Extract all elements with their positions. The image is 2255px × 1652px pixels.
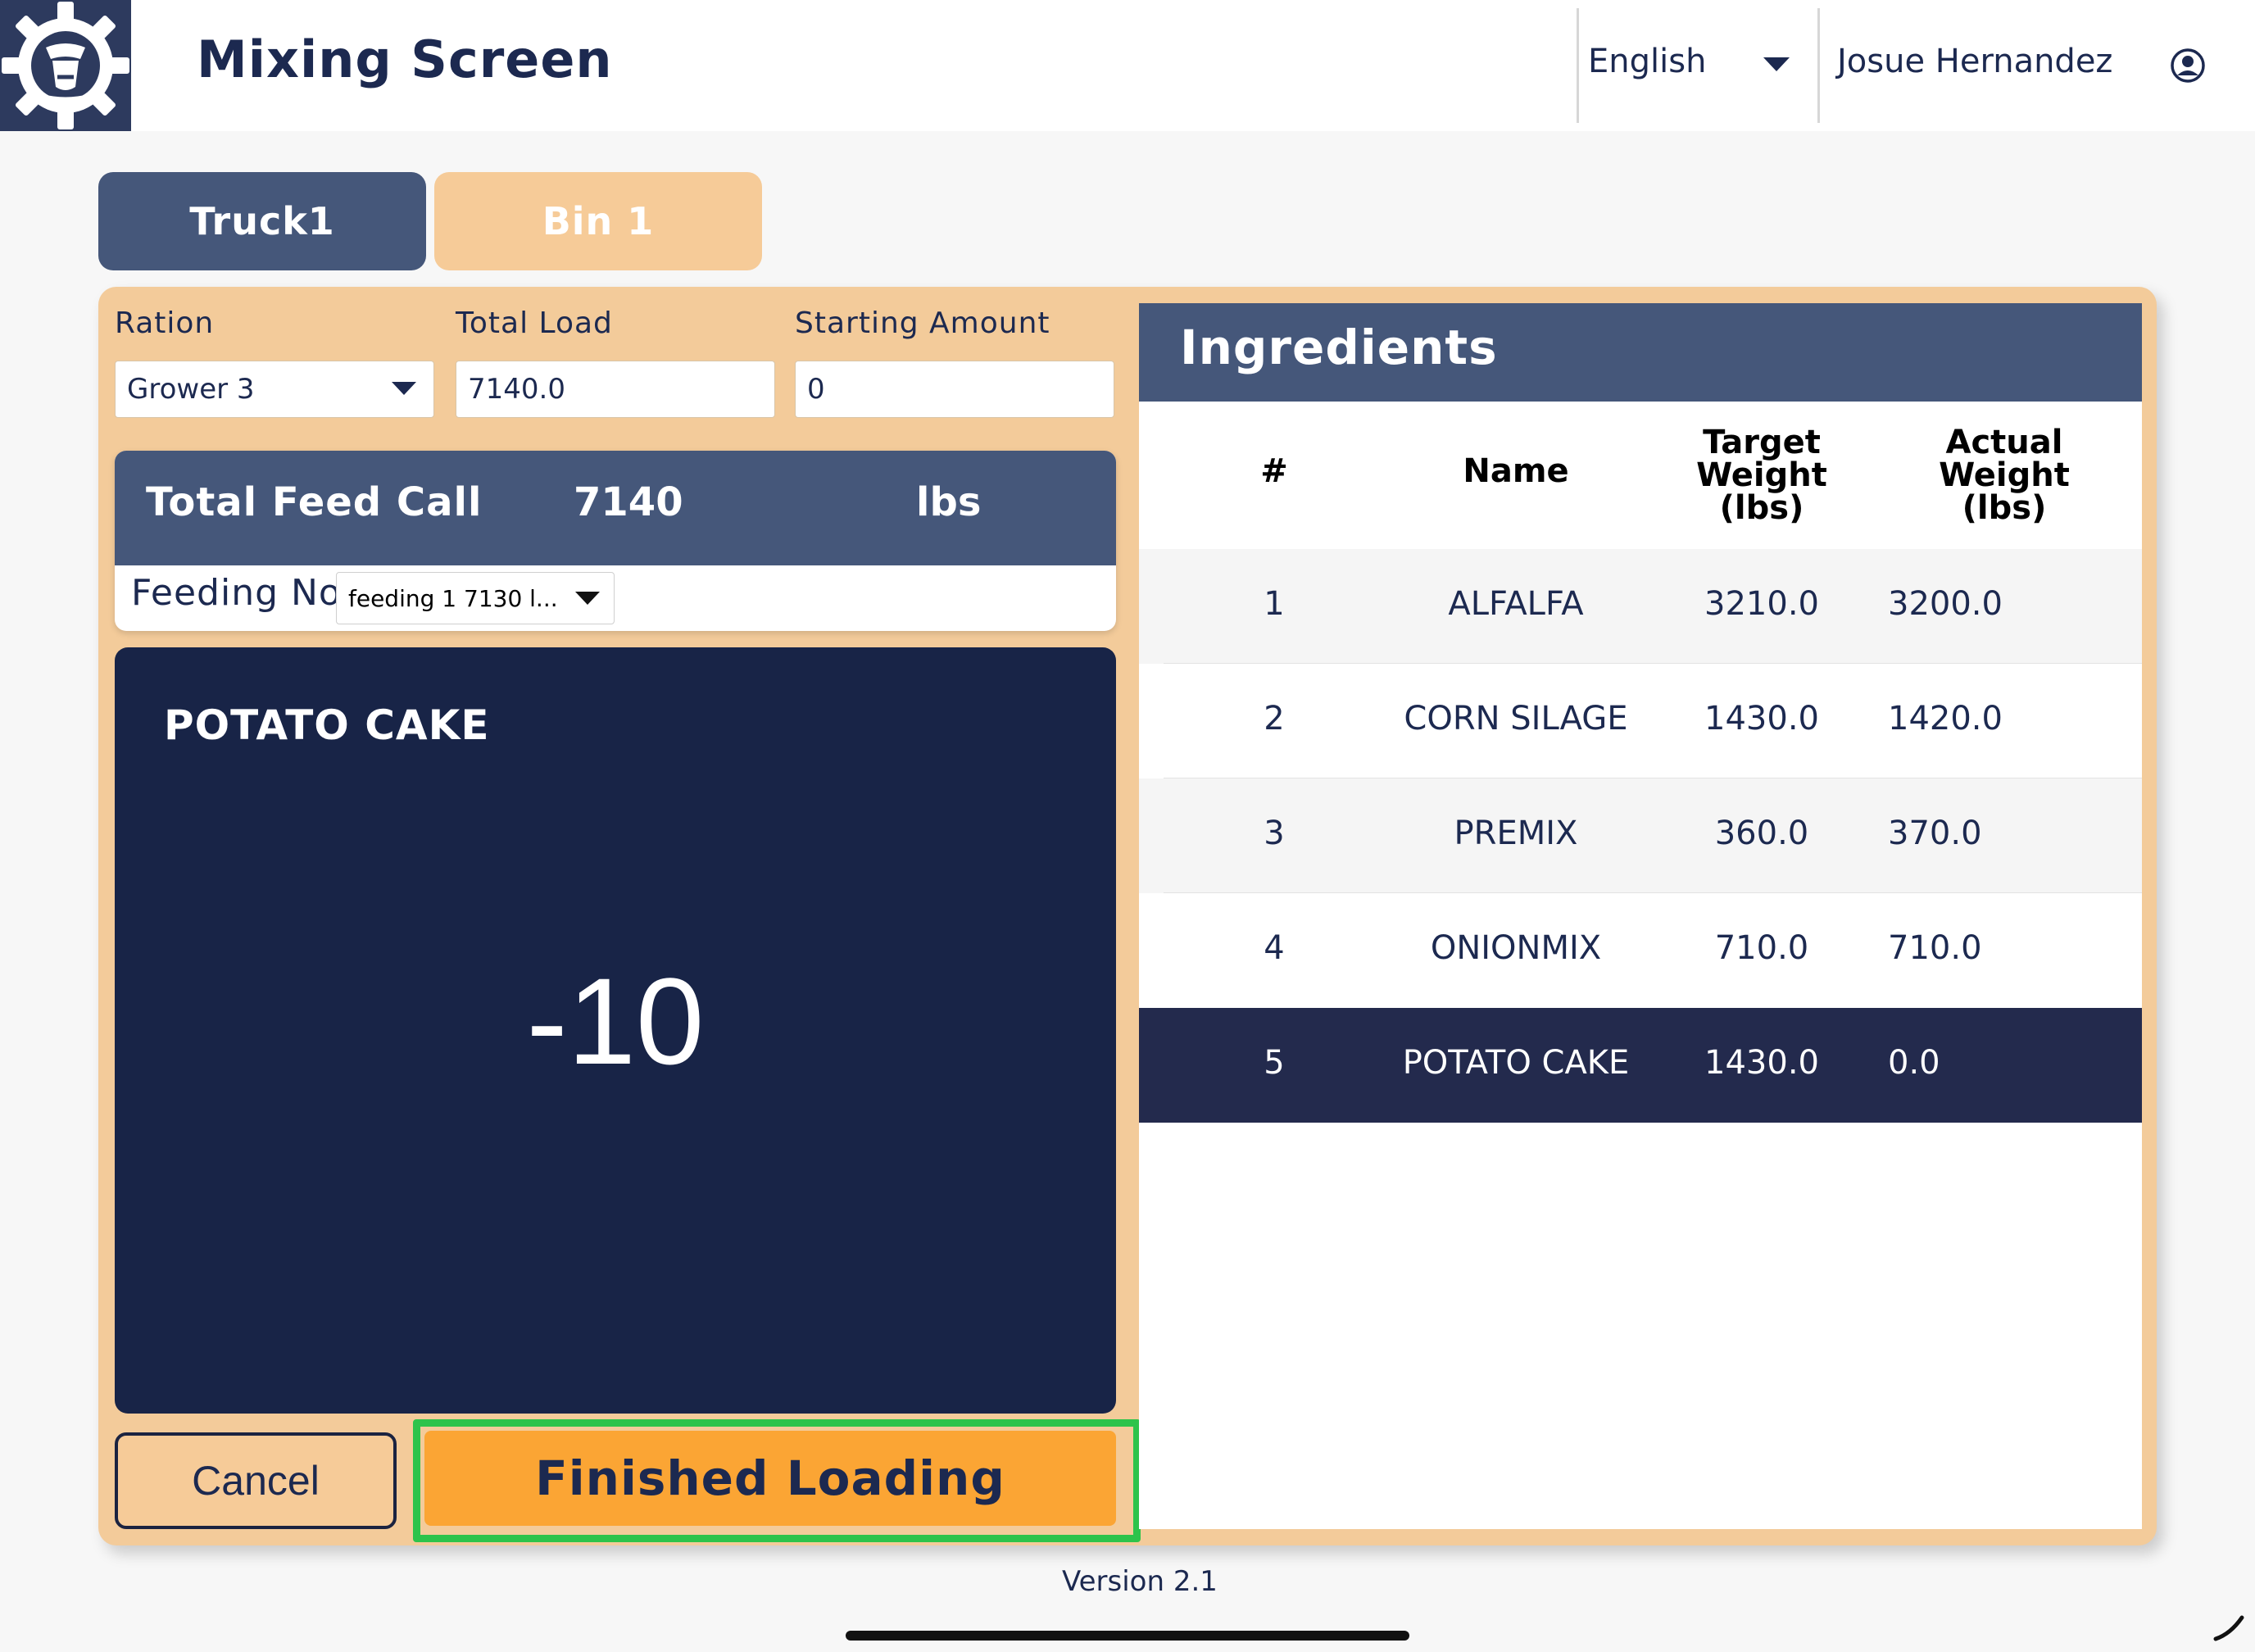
current-ingredient-name: POTATO CAKE (164, 701, 490, 749)
user-circle-icon[interactable] (2170, 48, 2206, 84)
row-name: POTATO CAKE (1402, 1044, 1630, 1082)
column-header-name: Name (1463, 452, 1569, 490)
app-logo[interactable] (0, 0, 131, 131)
row-target-weight: 710.0 (1714, 929, 1809, 967)
starting-amount-input[interactable]: 0 (795, 361, 1114, 418)
row-actual-weight: 3200.0 (1888, 585, 2003, 623)
row-actual-weight: 370.0 (1888, 815, 1982, 852)
cow-gear-logo-icon (2, 2, 129, 129)
feeding-no-select[interactable]: feeding 1 7130 l... (336, 572, 615, 624)
finished-loading-button[interactable]: Finished Loading (424, 1431, 1116, 1526)
row-number: 4 (1264, 929, 1285, 967)
row-name: ALFALFA (1448, 585, 1584, 623)
row-number: 2 (1264, 700, 1285, 738)
chevron-down-icon[interactable] (575, 592, 600, 605)
home-indicator[interactable] (846, 1631, 1409, 1641)
column-header-actual-line1: Actual Weight (1939, 424, 2070, 494)
total-load-input[interactable]: 7140.0 (456, 361, 775, 418)
starting-amount-label: Starting Amount (795, 306, 1050, 340)
total-feed-call-label: Total Feed Call (146, 479, 483, 525)
row-target-weight: 3210.0 (1704, 585, 1819, 623)
row-name: PREMIX (1454, 815, 1578, 852)
row-number: 5 (1264, 1044, 1285, 1082)
column-header-target-weight: Target Weight (lbs) (1639, 426, 1885, 524)
feeding-no-label: Feeding No. (131, 572, 354, 614)
row-actual-weight: 0.0 (1888, 1044, 1940, 1082)
ration-select[interactable]: Grower 3 (115, 361, 434, 418)
row-actual-weight: 1420.0 (1888, 700, 2003, 738)
total-load-label: Total Load (456, 306, 613, 340)
tab-bin-1[interactable]: Bin 1 (434, 172, 762, 270)
row-target-weight: 1430.0 (1704, 1044, 1819, 1082)
chevron-down-icon[interactable] (392, 382, 416, 395)
column-header-target-line2: (lbs) (1719, 489, 1804, 527)
scale-reading: -10 (526, 952, 705, 1090)
row-name: ONIONMIX (1430, 929, 1602, 967)
ingredients-title: Ingredients (1180, 320, 1498, 375)
row-number: 3 (1264, 815, 1285, 852)
column-header-actual-weight: Actual Weight (lbs) (1881, 426, 2127, 524)
tab-truck1[interactable]: Truck1 (98, 172, 426, 270)
ration-label: Ration (115, 306, 215, 340)
column-header-number: # (1260, 452, 1288, 490)
version-label: Version 2.1 (1062, 1565, 1218, 1598)
row-target-weight: 1430.0 (1704, 700, 1819, 738)
cancel-button[interactable]: Cancel (115, 1432, 397, 1529)
column-header-target-line1: Target Weight (1696, 424, 1827, 494)
total-feed-call-unit: lbs (916, 479, 982, 525)
row-number: 1 (1264, 585, 1285, 623)
row-actual-weight: 710.0 (1888, 929, 1982, 967)
page-title: Mixing Screen (197, 30, 613, 89)
user-name[interactable]: Josue Hernandez (1837, 43, 2112, 80)
row-name: CORN SILAGE (1404, 700, 1628, 738)
total-feed-call-value: 7140 (574, 479, 683, 525)
header-divider (1577, 8, 1579, 123)
column-header-actual-line2: (lbs) (1962, 489, 2047, 527)
header-divider (1817, 8, 1820, 123)
language-select[interactable]: English (1588, 43, 1706, 80)
row-target-weight: 360.0 (1714, 815, 1809, 852)
chevron-down-icon[interactable] (1763, 57, 1790, 71)
pencil-icon (2212, 1613, 2245, 1642)
